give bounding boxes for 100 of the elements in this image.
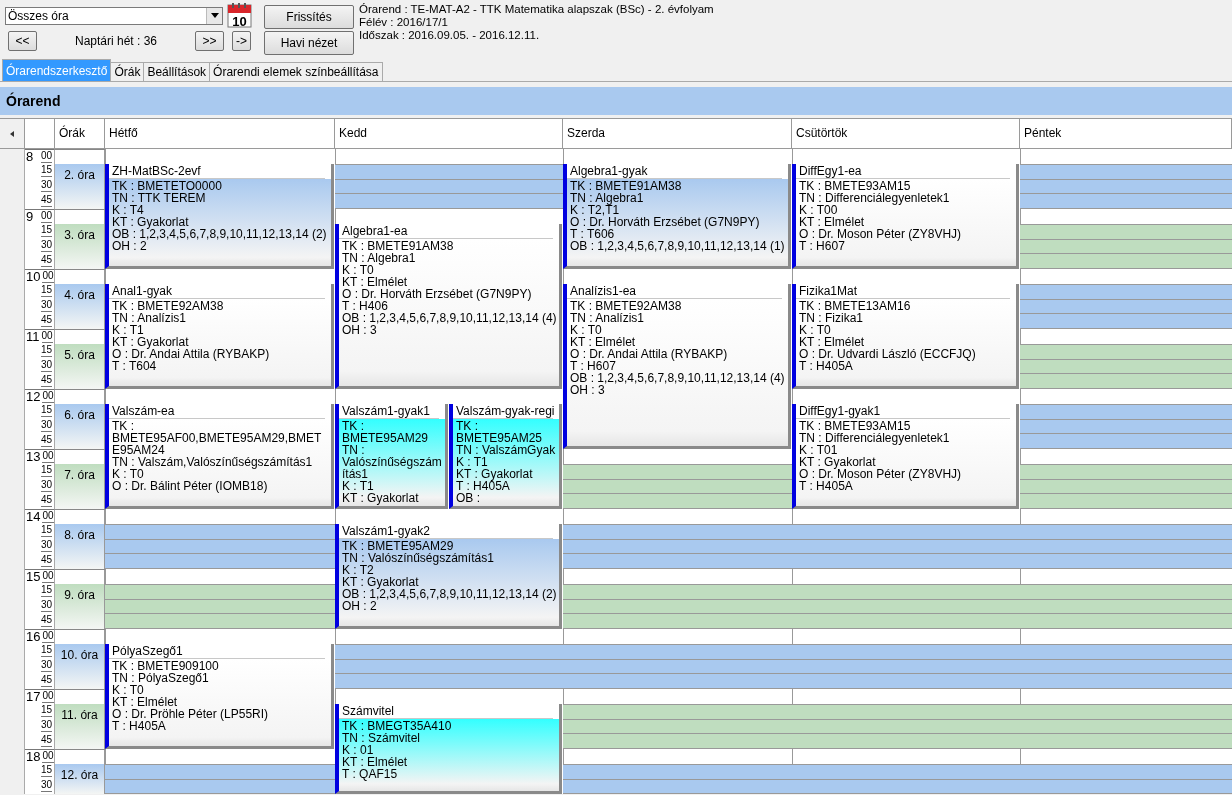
hour-label: 14 — [25, 510, 41, 524]
time-slot[interactable] — [1020, 284, 1232, 329]
minute-label: 15 — [40, 584, 52, 597]
minute-label: 00 — [42, 690, 54, 703]
class-event[interactable]: ZH-MatBSc-2evf TK : BMETETO0000 TN : TTK TEREM K : T4 KT : Gyakorlat OB : 1,2,3,4,5,6,7,8,9,10,11,12,13,14 (2) OH : 2 — [105, 164, 334, 269]
class-event[interactable]: DiffEgy1-ea TK : BMETE93AM15 TN : Differenciálegyenletek1 K : T00 KT : Elmélet O : Dr. Moson Péter (ZY8VHJ) T : H607 — [792, 164, 1019, 269]
time-slot[interactable] — [1020, 584, 1232, 629]
class-event[interactable]: Algebra1-ea TK : BMETE91AM38 TN : Algebra1 K : T0 KT : Elmélet O : Dr. Horváth Erzsébet (G7N9PY) T : H406 OB : 1,2,3,4,5,6,7,8,9,10,11,12,13,14 (4) OH : 3 — [335, 224, 562, 389]
event-detail: T : T606 — [570, 228, 616, 240]
event-detail: KT : Elmélet — [799, 216, 866, 228]
event-title: Valszám1-gyak1 — [339, 404, 439, 419]
event-detail: OB : 1,2,3,4,5,6,7,8,9,10,11,12,13,14 (4) — [570, 372, 786, 384]
time-slot[interactable] — [563, 464, 792, 509]
hour-label: 18 — [25, 750, 41, 764]
time-slot[interactable] — [563, 704, 792, 749]
event-detail: TN : Fizika1 — [799, 312, 864, 324]
minute-label: 45 — [40, 614, 52, 627]
hour-label: 9 — [25, 210, 34, 224]
event-detail: KT : Elmélet — [112, 696, 179, 708]
next-week-button[interactable]: >> — [195, 31, 224, 51]
minute-label: 45 — [40, 434, 52, 447]
minute-label: 45 — [40, 554, 52, 567]
time-slot[interactable] — [335, 164, 563, 209]
tab[interactable]: Órarendi elemek színbeállítása — [209, 62, 383, 81]
class-event[interactable]: Analízis1-ea TK : BMETE92AM38 TN : Analízis1 K : T0 KT : Elmélet O : Dr. Andai Attila (RYBAKP) T : H607 OB : 1,2,3,4,5,6,7,8,9,10,11,12,13,14 (4) OH : 3 — [563, 284, 791, 449]
class-event[interactable]: PólyaSzegő1 TK : BMETE909100 TN : PólyaSzegő1 K : T0 KT : Elmélet O : Dr. Pröhle Péter (LP55RI) T : H405A — [105, 644, 334, 749]
hour-label: 8 — [25, 150, 34, 164]
event-detail: KT : Gyakorlat — [799, 456, 877, 468]
event-detail: T : H405A — [799, 480, 854, 492]
minute-label: 30 — [40, 719, 52, 732]
event-detail: OH : 3 — [570, 384, 605, 396]
minute-label: 15 — [40, 644, 52, 657]
hour-label: 12 — [25, 390, 41, 404]
time-slot[interactable] — [1020, 704, 1232, 749]
month-view-button[interactable]: Havi nézet — [264, 31, 354, 55]
time-slot[interactable] — [1020, 224, 1232, 269]
event-detail: KT : Elmélet — [570, 336, 637, 348]
minute-label: 15 — [40, 704, 52, 717]
class-event[interactable]: Anal1-gyak TK : BMETE92AM38 TN : Analízis1 K : T1 KT : Gyakorlat O : Dr. Andai Attila (RYBAKP) T : T604 — [105, 284, 334, 389]
time-slot[interactable] — [1020, 464, 1232, 509]
event-detail: K : T00 — [799, 204, 838, 216]
minute-label: 45 — [40, 254, 52, 267]
class-event[interactable]: Valszám-gyak-regi TK : BMETE95AM25 TN : ValszámGyak K : T1 KT : Gyakorlat T : H405A OB : — [449, 404, 562, 509]
class-event[interactable]: Számvitel TK : BMEGT35A410 TN : Számvitel K : 01 KT : Elmélet T : QAF15 — [335, 704, 562, 794]
minute-label: 15 — [40, 764, 52, 777]
event-detail: TK : BMETE909100 — [112, 660, 220, 672]
event-detail: TK : BMETE95AM25 — [456, 420, 544, 444]
event-detail: TK : BMETE91AM38 — [570, 180, 683, 192]
class-event[interactable]: Algebra1-gyak TK : BMETE91AM38 TN : Algebra1 K : T2,T1 O : Dr. Horváth Erzsébet (G7N9PY) T : T606 OB : 1,2,3,4,5,6,7,8,9,10,11,12,13,14 (1) — [563, 164, 791, 269]
minute-label: 00 — [42, 450, 54, 463]
filter-dropdown[interactable]: Összes óra — [5, 6, 223, 25]
event-detail: KT : Elmélet — [799, 336, 866, 348]
column-header: Csütörtök — [796, 126, 848, 140]
hour-label: 11 — [25, 330, 40, 344]
event-detail: OH : 3 — [342, 324, 377, 336]
event-title: DiffEgy1-ea — [796, 164, 1010, 179]
minute-label: 00 — [42, 270, 54, 283]
event-detail: O : Dr. Andai Attila (RYBAKP) — [112, 348, 271, 360]
time-slot[interactable] — [1020, 644, 1232, 689]
time-slot[interactable] — [335, 644, 563, 689]
jump-button[interactable]: -> — [232, 31, 251, 51]
previous-week-button[interactable]: << — [8, 31, 37, 51]
time-slot[interactable] — [1020, 344, 1232, 389]
time-slot[interactable] — [563, 524, 792, 569]
minute-label: 00 — [41, 330, 53, 343]
time-slot[interactable] — [1020, 764, 1232, 794]
time-slot[interactable] — [563, 584, 792, 629]
time-slot[interactable] — [105, 764, 335, 794]
time-slot[interactable] — [105, 524, 335, 569]
scroll-left-icon[interactable] — [10, 130, 14, 137]
lesson-label: 12. óra — [55, 764, 105, 794]
minute-label: 30 — [40, 359, 52, 372]
event-detail: TK : BMETE13AM16 — [799, 300, 912, 312]
event-detail: TN : Számvitel — [342, 732, 421, 744]
time-slot[interactable] — [1020, 404, 1232, 449]
class-event[interactable]: Valszám1-gyak2 TK : BMETE95AM29 TN : Valószínűségszámítás1 K : T2 KT : Gyakorlat OB : 1,2,3,4,5,6,7,8,9,10,11,12,13,14 (2) OH : 2 — [335, 524, 562, 629]
event-detail: TN : Valószínűségszámítás1 — [342, 552, 495, 564]
event-detail: T : H405A — [799, 360, 854, 372]
minute-label: 00 — [42, 510, 54, 523]
minute-label: 30 — [40, 299, 52, 312]
hour-label: 15 — [25, 570, 41, 584]
event-title: Valszám-gyak-regi — [453, 404, 553, 419]
time-slot[interactable] — [105, 584, 335, 629]
class-event[interactable]: Valszám-ea TK : BMETE95AF00,BMETE95AM29,BMETE95AM24 TN : Valszám,Valószínűségszámítás1 K : T0 O : Dr. Bálint Péter (IOMB18) — [105, 404, 334, 509]
class-event[interactable]: Fizika1Mat TK : BMETE13AM16 TN : Fizika1 K : T0 KT : Elmélet O : Dr. Udvardi László (ECCFJQ) T : H405A — [792, 284, 1019, 389]
time-slot[interactable] — [563, 764, 792, 794]
schedule-info: Időszak : 2016.09.05. - 2016.12.11. — [359, 29, 541, 42]
schedule-info: Órarend : TE-MAT-A2 - TTK Matematika alapszak (BSc) - 2. évfolyam — [359, 3, 714, 16]
event-title: Valszám-ea — [109, 404, 325, 419]
event-detail: O : Dr. Pröhle Péter (LP55RI) — [112, 708, 270, 720]
calendar-icon[interactable]: 10 — [227, 3, 252, 28]
refresh-button[interactable]: Frissítés — [264, 5, 354, 29]
time-slot[interactable] — [1020, 164, 1232, 209]
time-slot[interactable] — [1020, 524, 1232, 569]
event-detail: O : Dr. Bálint Péter (IOMB18) — [112, 480, 269, 492]
hour-label: 16 — [25, 630, 41, 644]
event-detail: TK : BMETE91AM38 — [342, 240, 455, 252]
class-event[interactable]: Valszám1-gyak1 TK : BMETE95AM29 TN : Valószínűségszámítás1 K : T1 KT : Gyakorlat — [335, 404, 448, 509]
event-detail: KT : Gyakorlat — [112, 216, 189, 228]
class-event[interactable]: DiffEgy1-gyak1 TK : BMETE93AM15 TN : Differenciálegyenletek1 K : T01 KT : Gyakorlat O : Dr. Moson Péter (ZY8VHJ) T : H405A — [792, 404, 1019, 509]
